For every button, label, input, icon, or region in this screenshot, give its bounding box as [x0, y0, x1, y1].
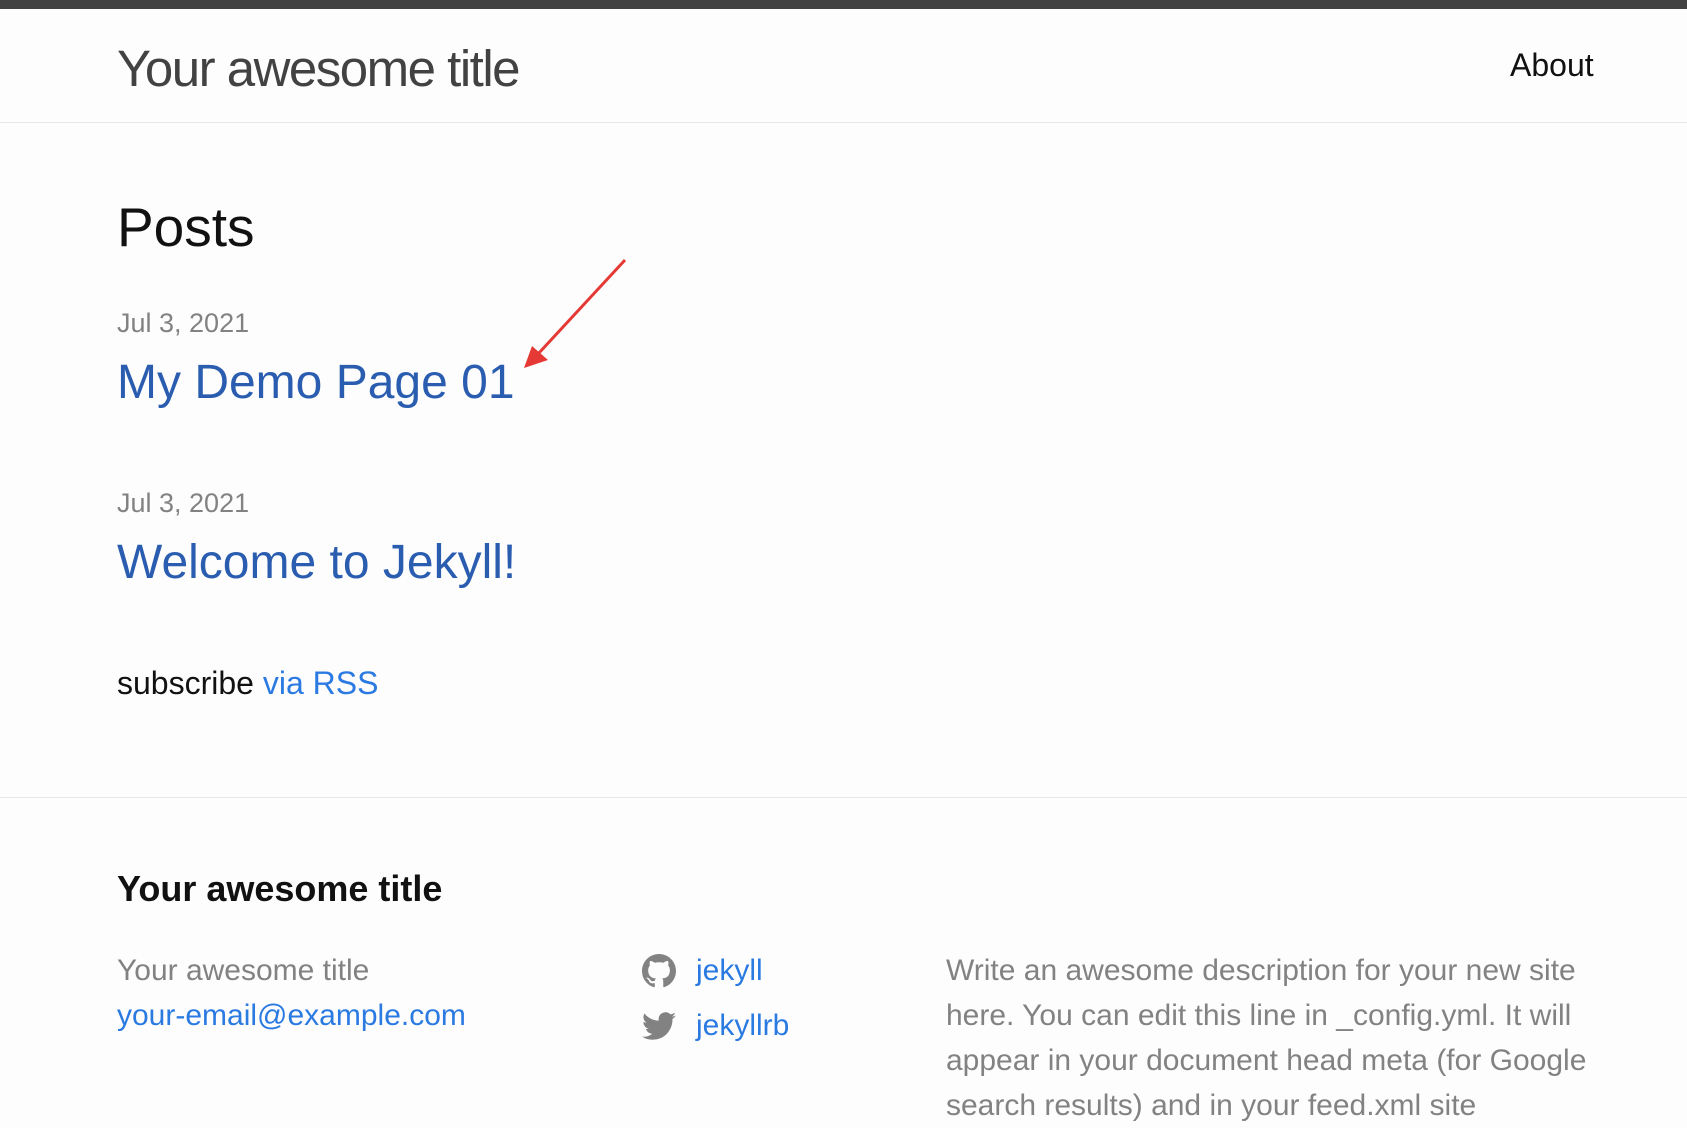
- site-footer: Your awesome title Your awesome title yo…: [0, 797, 1687, 1125]
- site-title-link[interactable]: Your awesome title: [117, 39, 521, 98]
- site-header: Your awesome title About: [0, 9, 1687, 123]
- twitter-icon: [642, 1011, 676, 1040]
- subscribe-line: subscribe via RSS: [117, 665, 378, 702]
- footer-site-name: Your awesome title: [117, 954, 370, 987]
- subscribe-label: subscribe: [117, 665, 254, 701]
- post-date: Jul 3, 2021: [117, 308, 250, 338]
- social-item-twitter[interactable]: jekyllrb: [642, 1003, 789, 1048]
- email-link[interactable]: your-email@example.com: [117, 999, 466, 1032]
- github-link[interactable]: jekyll: [696, 954, 763, 988]
- top-accent-bar: [0, 0, 1687, 9]
- post-link-welcome[interactable]: Welcome to Jekyll!: [117, 535, 516, 590]
- page-heading: Posts: [117, 196, 255, 258]
- rss-link[interactable]: via RSS: [263, 665, 379, 701]
- social-item-github[interactable]: jekyll: [642, 948, 763, 993]
- footer-contact: Your awesome title your-email@example.co…: [117, 948, 466, 1038]
- footer-heading: Your awesome title: [117, 868, 443, 909]
- nav-link-about[interactable]: About: [1510, 47, 1594, 84]
- post-link-demo-page[interactable]: My Demo Page 01: [117, 355, 515, 410]
- post-date: Jul 3, 2021: [117, 488, 250, 518]
- site-description: Write an awesome description for your ne…: [946, 954, 1587, 1122]
- github-icon: [642, 953, 676, 987]
- twitter-link[interactable]: jekyllrb: [696, 1009, 789, 1043]
- annotation-arrow: [524, 258, 627, 368]
